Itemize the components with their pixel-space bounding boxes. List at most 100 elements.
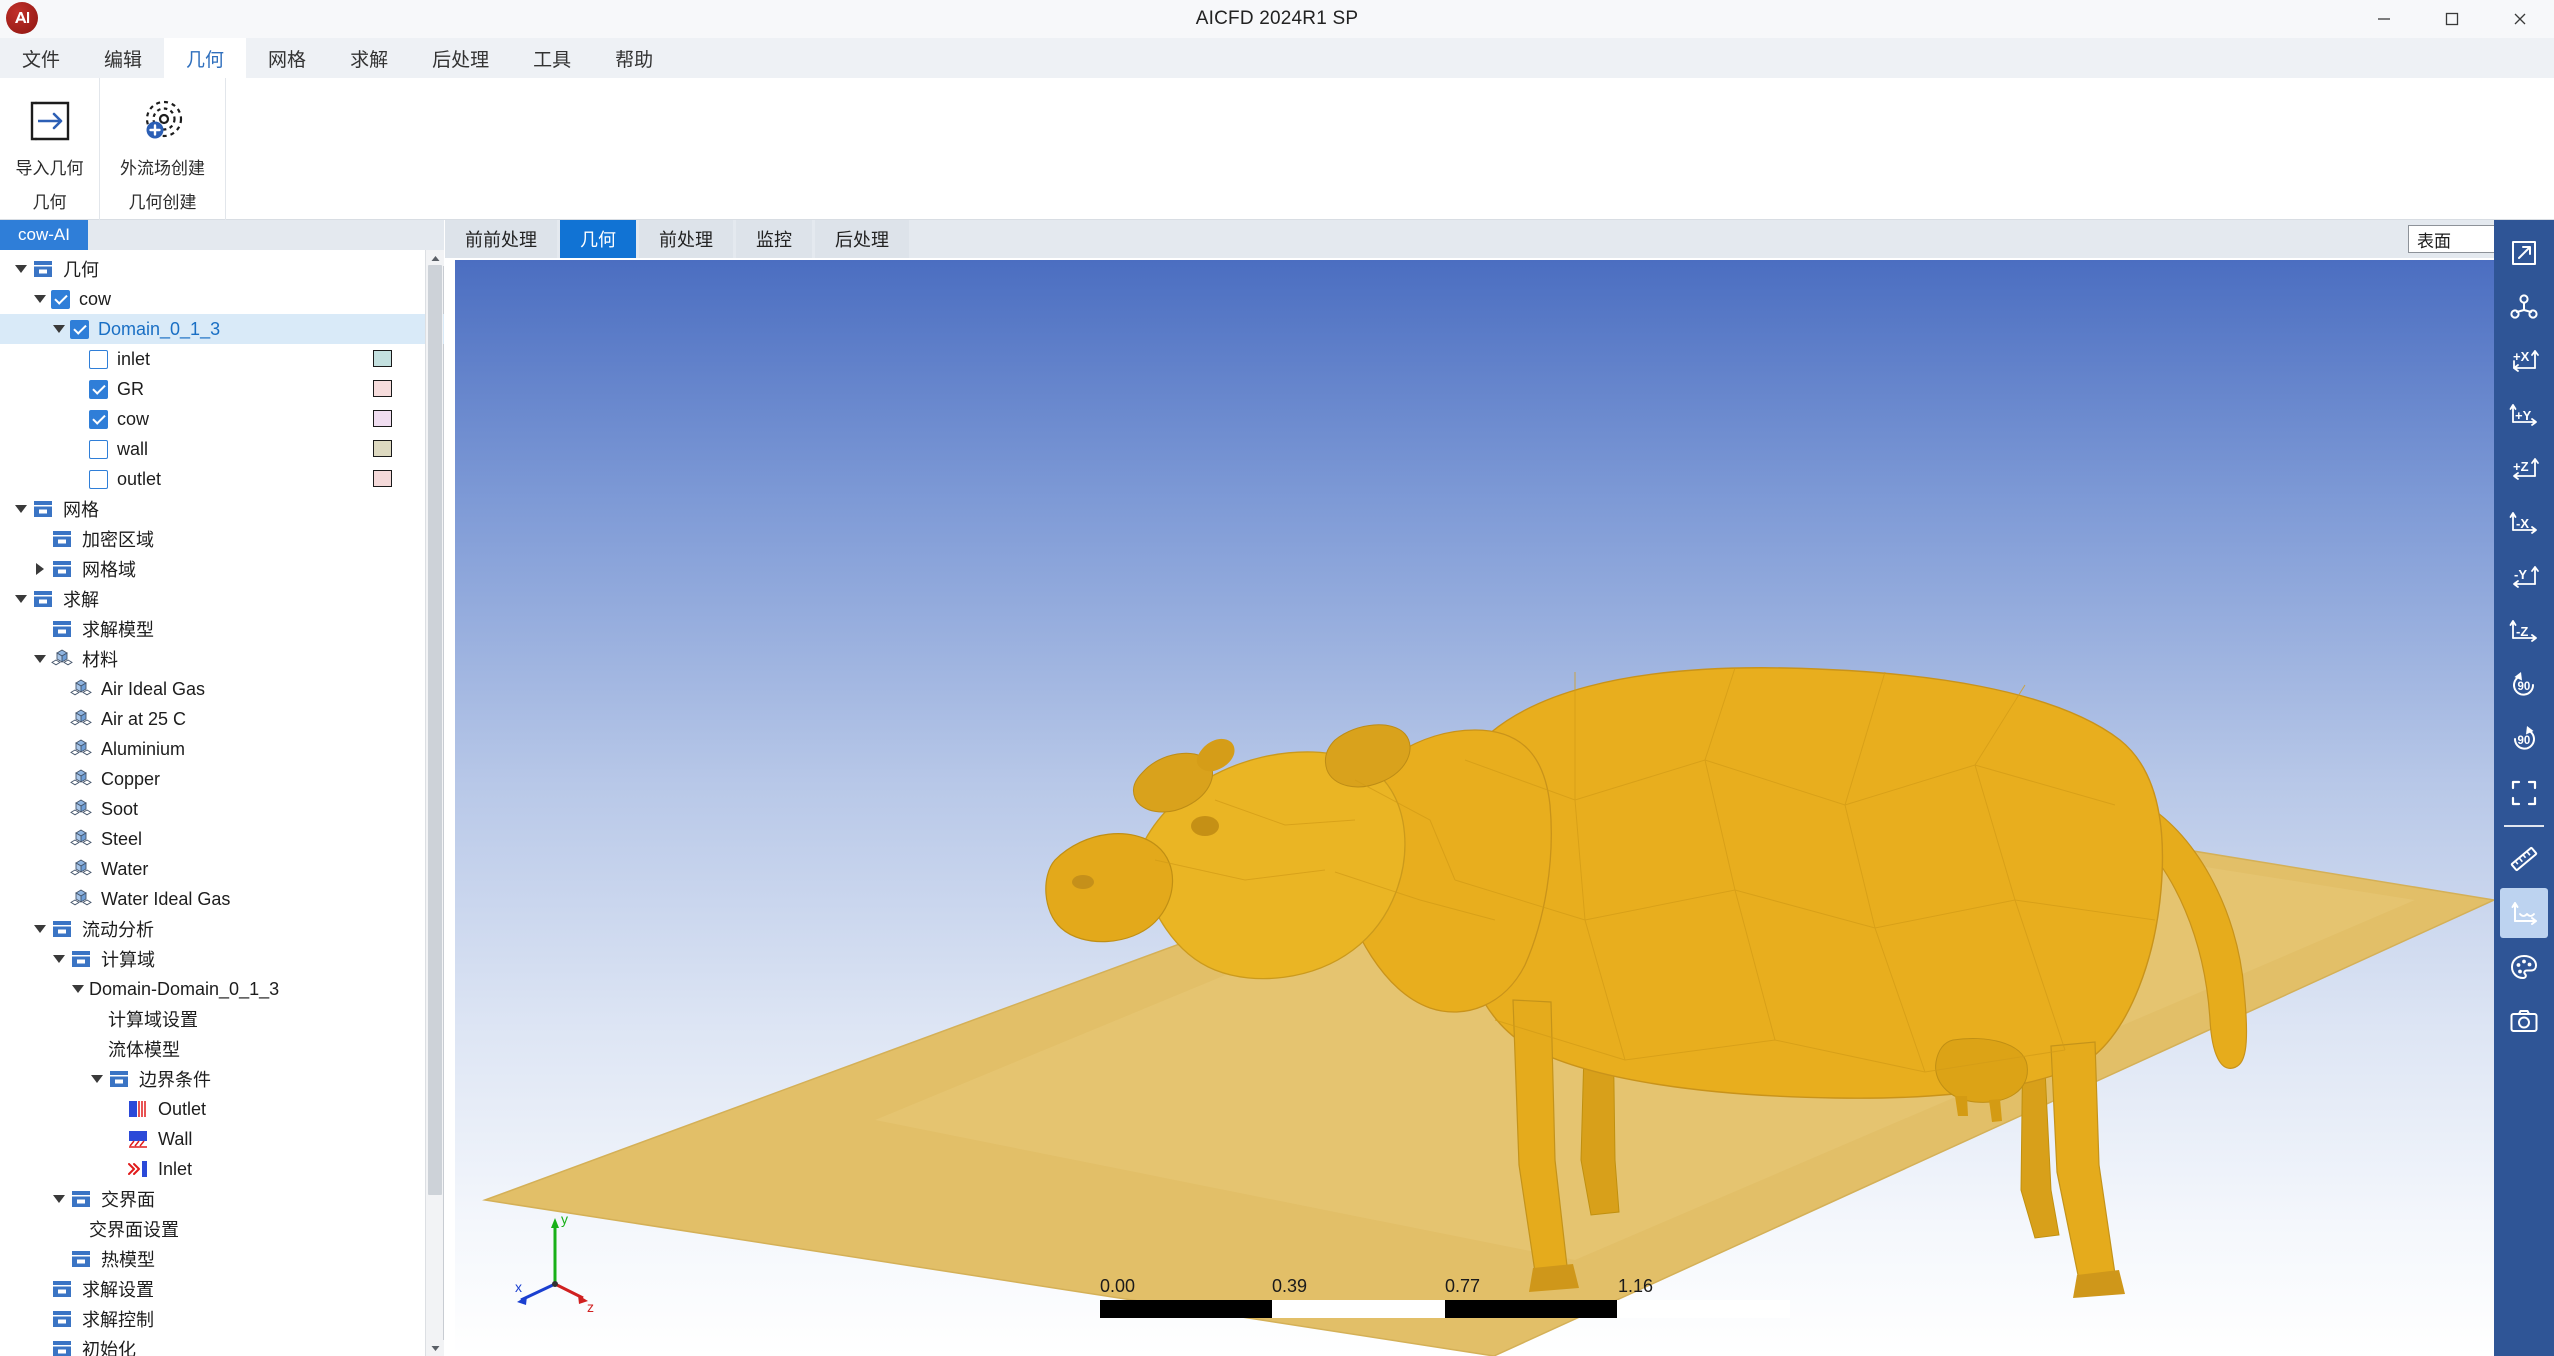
tree-item[interactable]: 流体模型 — [0, 1034, 444, 1064]
tree-item-checkbox[interactable] — [89, 379, 108, 399]
tree-item[interactable]: Water — [0, 854, 444, 884]
tree-item[interactable]: Wall — [0, 1124, 444, 1154]
tree-item-color-swatch[interactable] — [373, 470, 392, 487]
rotate-cw-90-icon[interactable]: 90 — [2500, 714, 2548, 764]
menu-item-file[interactable]: 文件 — [0, 38, 82, 78]
tree-item[interactable]: 计算域设置 — [0, 1004, 444, 1034]
tree-item[interactable]: wall — [0, 434, 444, 464]
menu-item-mesh[interactable]: 网格 — [246, 38, 328, 78]
view-minus-x-icon[interactable]: -X — [2500, 498, 2548, 548]
menu-item-help[interactable]: 帮助 — [593, 38, 675, 78]
chevron-down-icon[interactable] — [10, 494, 32, 524]
tab-pre-pre-processing[interactable]: 前前处理 — [445, 220, 557, 258]
model-tree-scrollbar[interactable] — [425, 250, 444, 1356]
minimize-button[interactable] — [2350, 0, 2418, 38]
tree-item[interactable]: 交界面设置 — [0, 1214, 444, 1244]
chevron-down-icon[interactable] — [10, 254, 32, 284]
view-plus-z-icon[interactable]: +Z — [2500, 444, 2548, 494]
tree-item[interactable]: 几何 — [0, 254, 444, 284]
tab-geometry[interactable]: 几何 — [560, 220, 636, 258]
3d-viewport[interactable]: y x z 0.00 0.39 0.77 1.16 — [455, 260, 2494, 1356]
tree-item-checkbox[interactable] — [89, 439, 108, 459]
chevron-down-icon[interactable] — [48, 944, 70, 974]
tree-item[interactable]: Air at 25 C — [0, 704, 444, 734]
chevron-down-icon[interactable] — [10, 584, 32, 614]
view-minus-y-icon[interactable]: -Y — [2500, 552, 2548, 602]
ruler-icon[interactable] — [2500, 834, 2548, 884]
tab-preprocessing[interactable]: 前处理 — [639, 220, 733, 258]
tree-item[interactable]: Domain_0_1_3 — [0, 314, 444, 344]
toggle-axes-icon[interactable] — [2500, 888, 2548, 938]
tab-monitor[interactable]: 监控 — [736, 220, 812, 258]
menu-item-solve[interactable]: 求解 — [328, 38, 410, 78]
import-geometry-button[interactable]: 导入几何 — [0, 78, 99, 188]
chevron-down-icon[interactable] — [29, 284, 51, 314]
tree-item-checkbox[interactable] — [89, 469, 108, 489]
close-button[interactable] — [2486, 0, 2554, 38]
chevron-down-icon[interactable] — [48, 1184, 70, 1214]
tree-item-checkbox[interactable] — [51, 289, 70, 309]
menu-item-postprocess[interactable]: 后处理 — [410, 38, 511, 78]
tree-item[interactable]: Soot — [0, 794, 444, 824]
tree-item[interactable]: inlet — [0, 344, 444, 374]
tree-item[interactable]: cow — [0, 284, 444, 314]
tree-item-checkbox[interactable] — [89, 409, 108, 429]
tree-item[interactable]: 求解控制 — [0, 1304, 444, 1334]
tree-item[interactable]: Steel — [0, 824, 444, 854]
tree-item[interactable]: Domain-Domain_0_1_3 — [0, 974, 444, 1004]
tree-item[interactable]: 交界面 — [0, 1184, 444, 1214]
tab-postprocessing[interactable]: 后处理 — [815, 220, 909, 258]
tree-item[interactable]: Outlet — [0, 1094, 444, 1124]
tree-item[interactable]: Water Ideal Gas — [0, 884, 444, 914]
tree-item[interactable]: 网格 — [0, 494, 444, 524]
view-plus-y-icon[interactable]: +Y — [2500, 390, 2548, 440]
chevron-right-icon[interactable] — [29, 554, 51, 584]
tree-item-color-swatch[interactable] — [373, 380, 392, 397]
rotate-ccw-90-icon[interactable]: 90 — [2500, 660, 2548, 710]
view-plus-x-icon[interactable]: +X — [2500, 336, 2548, 386]
tree-item-checkbox[interactable] — [89, 349, 108, 369]
view-minus-z-icon[interactable]: -Z — [2500, 606, 2548, 656]
tree-item[interactable]: 求解 — [0, 584, 444, 614]
tree-item[interactable]: GR — [0, 374, 444, 404]
model-tree-scrollbar-thumb[interactable] — [428, 265, 442, 1195]
chevron-down-icon[interactable] — [48, 314, 70, 344]
tree-item[interactable]: 求解设置 — [0, 1274, 444, 1304]
tree-item[interactable]: Copper — [0, 764, 444, 794]
tree-item[interactable]: 求解模型 — [0, 614, 444, 644]
tree-item-color-swatch[interactable] — [373, 350, 392, 367]
palette-icon[interactable] — [2500, 942, 2548, 992]
tree-item[interactable]: Aluminium — [0, 734, 444, 764]
tree-item[interactable]: 流动分析 — [0, 914, 444, 944]
pivot-point-icon[interactable] — [2500, 282, 2548, 332]
menu-item-edit[interactable]: 编辑 — [82, 38, 164, 78]
tree-item[interactable]: cow — [0, 404, 444, 434]
scroll-up-arrow-icon[interactable] — [426, 250, 444, 266]
chevron-down-icon[interactable] — [29, 644, 51, 674]
tree-item[interactable]: outlet — [0, 464, 444, 494]
tree-item-checkbox[interactable] — [70, 319, 89, 339]
tree-item[interactable]: Inlet — [0, 1154, 444, 1184]
scroll-down-arrow-icon[interactable] — [426, 1340, 444, 1356]
project-tab-cow-ai[interactable]: cow-AI — [0, 220, 88, 250]
tree-item[interactable]: 加密区域 — [0, 524, 444, 554]
tree-item[interactable]: 计算域 — [0, 944, 444, 974]
tree-item[interactable]: 材料 — [0, 644, 444, 674]
zoom-to-box-icon[interactable] — [2500, 768, 2548, 818]
chevron-down-icon[interactable] — [86, 1064, 108, 1094]
camera-icon[interactable] — [2500, 996, 2548, 1046]
chevron-down-icon[interactable] — [29, 914, 51, 944]
tree-item[interactable]: 初始化 — [0, 1334, 444, 1356]
tree-item[interactable]: 网格域 — [0, 554, 444, 584]
chevron-down-icon[interactable] — [67, 974, 89, 1004]
tree-item-color-swatch[interactable] — [373, 410, 392, 427]
tree-item-color-swatch[interactable] — [373, 440, 392, 457]
maximize-button[interactable] — [2418, 0, 2486, 38]
tree-item[interactable]: 热模型 — [0, 1244, 444, 1274]
menu-item-tools[interactable]: 工具 — [511, 38, 593, 78]
tree-item[interactable]: 边界条件 — [0, 1064, 444, 1094]
menu-item-geometry[interactable]: 几何 — [164, 38, 247, 78]
external-flow-field-button[interactable]: 外流场创建 — [100, 78, 225, 188]
tree-item[interactable]: Air Ideal Gas — [0, 674, 444, 704]
fit-view-icon[interactable] — [2500, 228, 2548, 278]
